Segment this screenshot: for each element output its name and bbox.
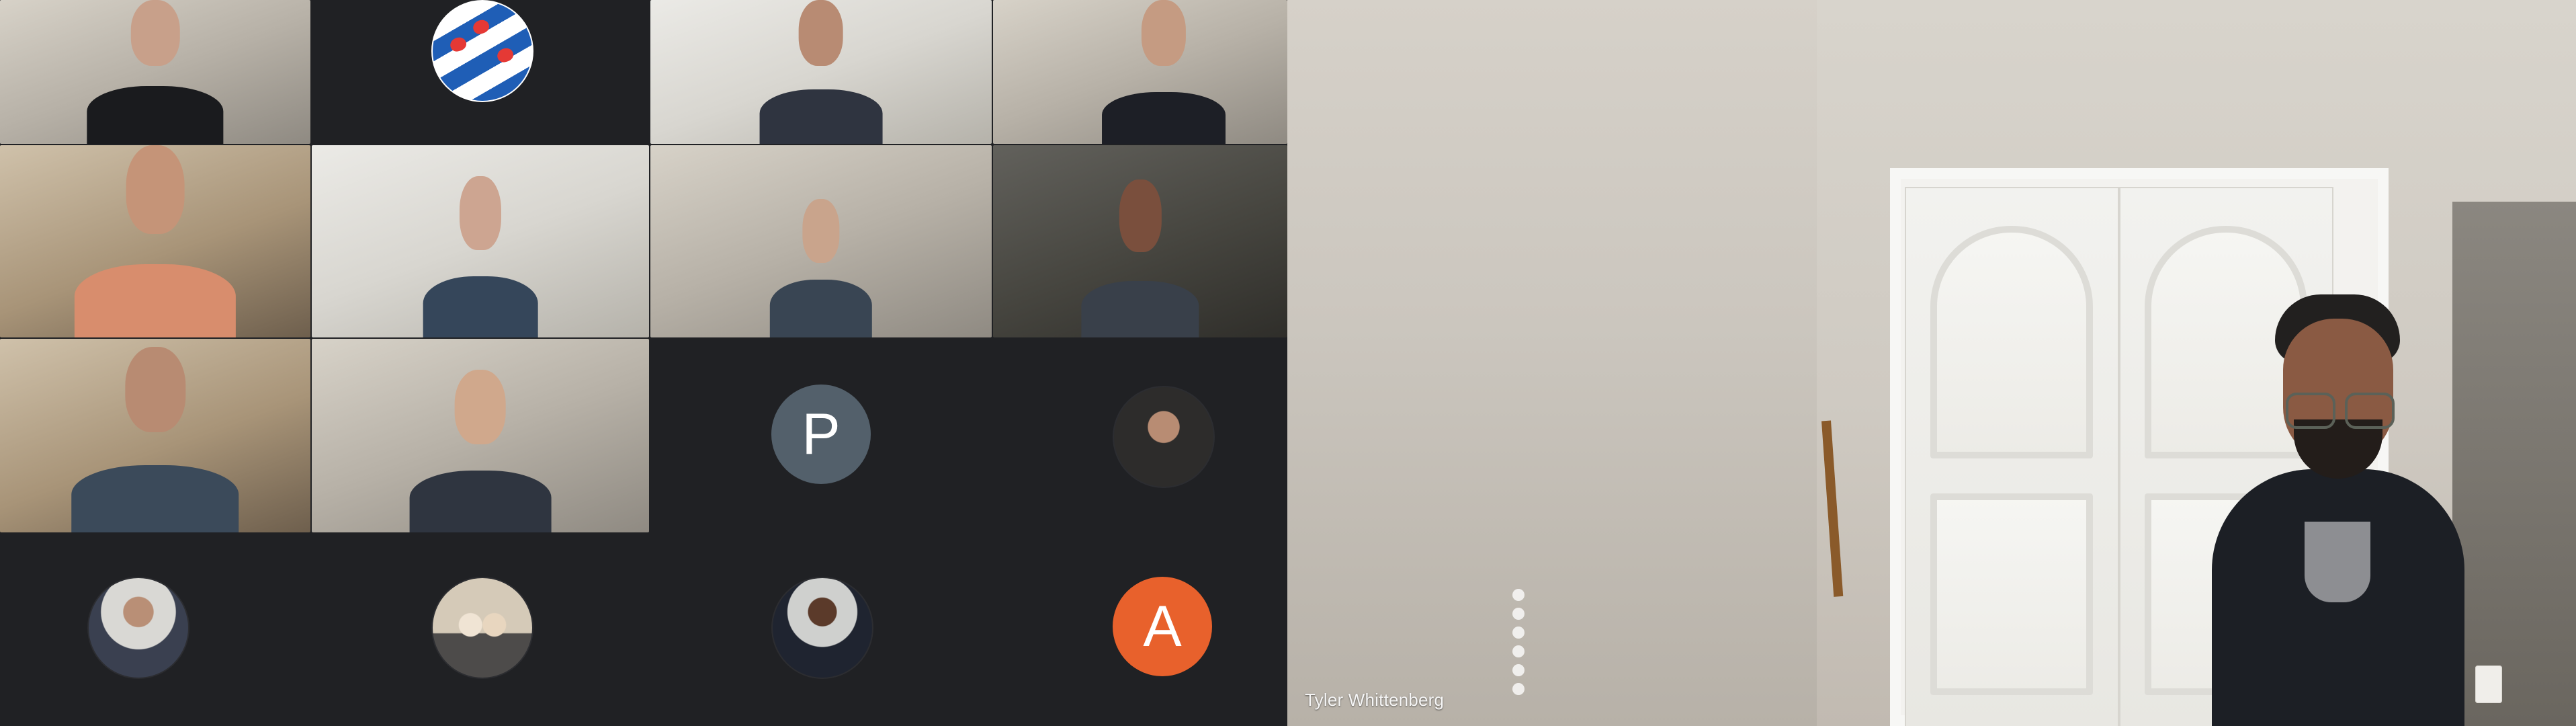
speaker-silhouette: [2212, 294, 2464, 726]
closet-door-left: [1905, 187, 2119, 726]
participant-grid: P A: [0, 0, 1287, 726]
participant-video-tile-3[interactable]: [993, 0, 1287, 144]
participant-avatar-tile-11[interactable]: [0, 534, 310, 726]
participant-avatar-tile-13[interactable]: [650, 534, 992, 726]
participant-video-tile-7[interactable]: [993, 145, 1287, 337]
avatar-icon: [1113, 386, 1215, 488]
person-silhouette: [1102, 0, 1226, 144]
avatar-icon: [771, 577, 873, 679]
flag-avatar-icon: [431, 0, 533, 102]
participant-avatar-tile-p[interactable]: P: [650, 339, 992, 532]
participant-avatar-tile-10[interactable]: [993, 339, 1287, 532]
person-silhouette: [74, 145, 237, 337]
person-silhouette: [769, 199, 873, 337]
participant-video-tile-9[interactable]: [312, 339, 649, 532]
avatar-icon: [87, 577, 189, 679]
audio-level-icon: [1512, 589, 1525, 699]
avatar-letter: P: [802, 401, 841, 467]
avatar-icon: P: [771, 385, 871, 484]
person-silhouette: [423, 175, 538, 337]
participant-avatar-tile-1[interactable]: [312, 0, 649, 144]
person-silhouette: [759, 0, 883, 144]
participant-video-tile-2[interactable]: [650, 0, 992, 144]
person-silhouette: [409, 370, 552, 532]
wall-outlet: [2475, 666, 2502, 703]
participant-video-tile-6[interactable]: [650, 145, 992, 337]
avatar-icon: A: [1113, 577, 1212, 676]
side-wall: [2452, 202, 2576, 726]
avatar-letter: A: [1143, 594, 1182, 659]
avatar-icon: [431, 577, 533, 679]
participant-video-tile-5[interactable]: [312, 145, 649, 337]
video-conference-app: P A Tyler Whittenberg: [0, 0, 2576, 726]
person-silhouette: [71, 346, 239, 532]
participant-video-tile-8[interactable]: [0, 339, 310, 532]
featured-speaker-name: Tyler Whittenberg: [1305, 690, 1445, 710]
participant-avatar-tile-a[interactable]: A: [993, 534, 1287, 726]
participant-avatar-tile-12[interactable]: [312, 534, 649, 726]
participant-video-tile-4[interactable]: [0, 145, 310, 337]
wall-left: [1287, 0, 1822, 726]
person-silhouette: [1081, 179, 1199, 337]
participant-video-tile-1[interactable]: [0, 0, 310, 144]
person-silhouette: [87, 0, 224, 144]
featured-video[interactable]: [1287, 0, 2576, 726]
